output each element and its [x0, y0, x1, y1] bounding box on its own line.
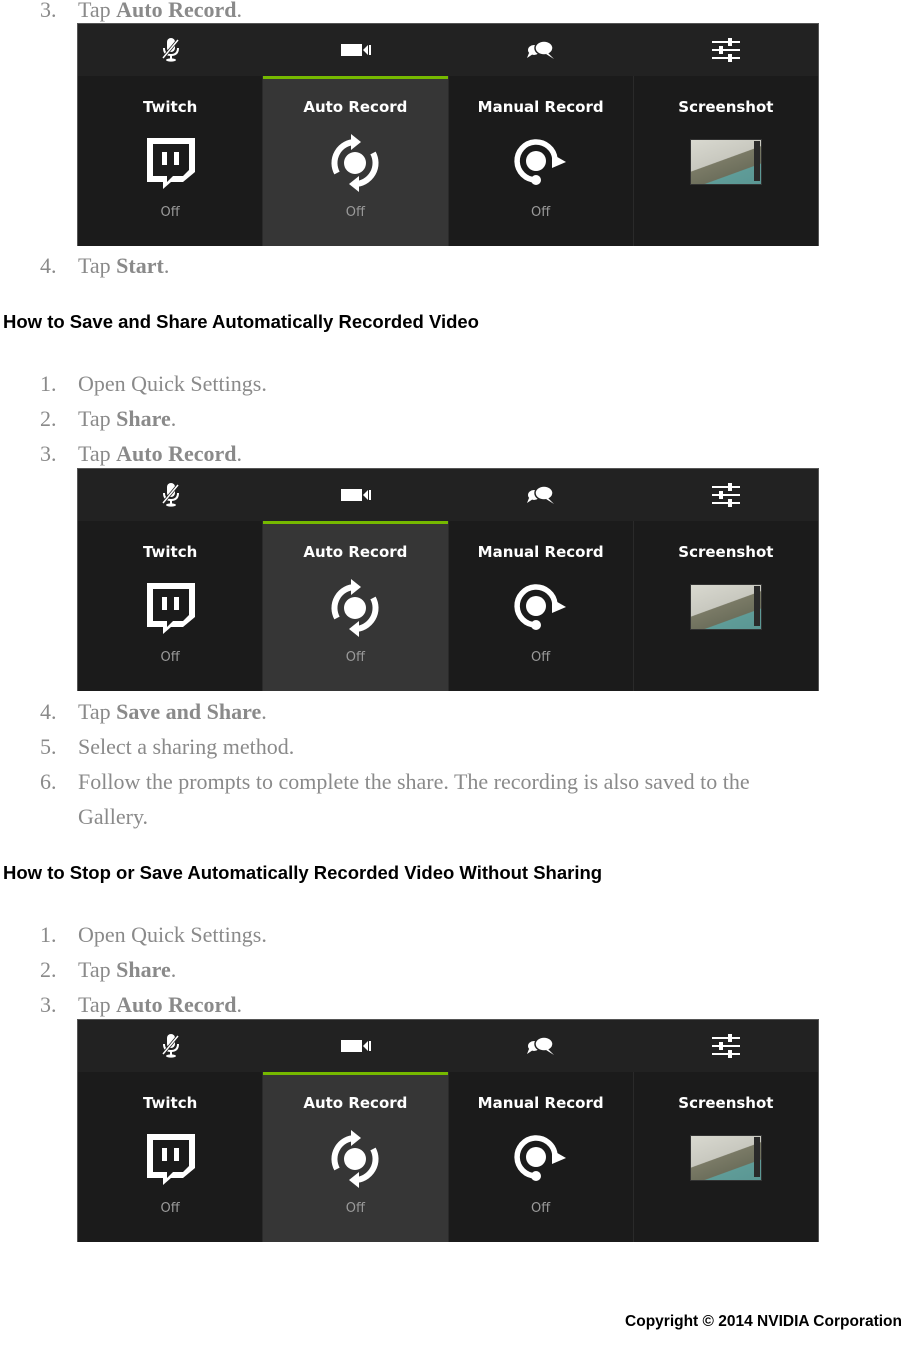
panel-toolbar: [78, 24, 818, 76]
tile-state: Off: [345, 650, 365, 665]
tile-screenshot[interactable]: Screenshot: [633, 521, 818, 691]
tile-state: Off: [531, 650, 551, 665]
sliders-icon: [711, 483, 740, 507]
tile-auto-record[interactable]: Auto Record Off: [263, 521, 449, 691]
screenshot-thumbnail: [689, 139, 762, 185]
auto-record-icon: [331, 134, 379, 192]
manual-record-icon: [514, 139, 566, 185]
mic-muted-icon: [161, 38, 179, 62]
chat-button[interactable]: [448, 1020, 633, 1072]
tile-label: Auto Record: [303, 543, 408, 561]
tile-label: Auto Record: [303, 1094, 408, 1112]
chat-bubbles-icon: [526, 40, 554, 59]
tile-manual-record[interactable]: Manual Record Off: [448, 76, 634, 246]
settings-button[interactable]: [633, 469, 818, 521]
auto-record-icon: [331, 579, 379, 637]
tile-state: Off: [531, 1201, 551, 1216]
twitch-icon: [147, 1134, 196, 1185]
tile-twitch[interactable]: Twitch Off: [78, 521, 264, 691]
tile-state: Off: [531, 205, 551, 220]
tile-state: Off: [160, 1201, 180, 1216]
tile-label: Manual Record: [477, 543, 604, 561]
tile-state: Off: [160, 650, 180, 665]
video-camera-icon: [340, 44, 371, 56]
tile-state: Off: [160, 205, 180, 220]
tile-label: Twitch: [142, 543, 198, 561]
video-camera-icon: [340, 1040, 371, 1052]
twitch-icon: [147, 583, 196, 634]
section-heading: How to Save and Share Automatically Reco…: [3, 311, 479, 332]
screenshot-thumbnail: [689, 584, 762, 630]
tile-label: Screenshot: [678, 1094, 774, 1112]
chat-bubbles-icon: [526, 1036, 554, 1055]
tile-state: Off: [345, 1201, 365, 1216]
settings-button[interactable]: [633, 24, 818, 76]
mic-muted-icon: [161, 483, 179, 507]
chat-bubbles-icon: [526, 485, 554, 504]
chat-button[interactable]: [448, 469, 633, 521]
quick-settings-panel: Twitch Off Auto Record Off Manual Record…: [77, 1019, 819, 1242]
panel-tiles: Twitch Off Auto Record Off Manual Record…: [78, 76, 818, 246]
panel-toolbar: [78, 1020, 818, 1072]
tile-label: Twitch: [142, 98, 198, 116]
settings-button[interactable]: [633, 1020, 818, 1072]
tile-label: Screenshot: [678, 98, 774, 116]
video-camera-button[interactable]: [263, 24, 448, 76]
panel-tiles: Twitch Off Auto Record Off Manual Record…: [78, 521, 818, 691]
tile-manual-record[interactable]: Manual Record Off: [448, 521, 634, 691]
sliders-icon: [711, 1034, 740, 1058]
tile-label: Twitch: [142, 1094, 198, 1112]
tile-label: Manual Record: [477, 1094, 604, 1112]
tile-state: Off: [345, 205, 365, 220]
chat-button[interactable]: [448, 24, 633, 76]
quick-settings-panel: Twitch Off Auto Record Off Manual Record…: [77, 23, 819, 246]
auto-record-icon: [331, 1130, 379, 1188]
tile-twitch[interactable]: Twitch Off: [78, 1072, 264, 1242]
video-camera-button[interactable]: [263, 1020, 448, 1072]
quick-settings-panel: Twitch Off Auto Record Off Manual Record…: [77, 468, 819, 691]
manual-record-icon: [514, 1135, 566, 1181]
tile-manual-record[interactable]: Manual Record Off: [448, 1072, 634, 1242]
tile-auto-record[interactable]: Auto Record Off: [263, 1072, 449, 1242]
tile-screenshot[interactable]: Screenshot: [633, 76, 818, 246]
video-camera-icon: [340, 489, 371, 501]
tile-twitch[interactable]: Twitch Off: [78, 76, 264, 246]
tile-label: Screenshot: [678, 543, 774, 561]
mic-muted-button[interactable]: [78, 24, 263, 76]
tile-auto-record[interactable]: Auto Record Off: [263, 76, 449, 246]
tile-label: Auto Record: [303, 98, 408, 116]
section-heading: How to Stop or Save Automatically Record…: [3, 862, 603, 883]
tile-screenshot[interactable]: Screenshot: [633, 1072, 818, 1242]
mic-muted-button[interactable]: [78, 1020, 263, 1072]
panel-tiles: Twitch Off Auto Record Off Manual Record…: [78, 1072, 818, 1242]
manual-record-icon: [514, 584, 566, 630]
video-camera-button[interactable]: [263, 469, 448, 521]
panel-toolbar: [78, 469, 818, 521]
tile-label: Manual Record: [477, 98, 604, 116]
copyright-footer: Copyright © 2014 NVIDIA Corporation: [625, 1313, 902, 1330]
twitch-icon: [147, 138, 196, 189]
mic-muted-button[interactable]: [78, 469, 263, 521]
mic-muted-icon: [161, 1034, 179, 1058]
sliders-icon: [711, 38, 740, 62]
screenshot-thumbnail: [689, 1135, 762, 1181]
